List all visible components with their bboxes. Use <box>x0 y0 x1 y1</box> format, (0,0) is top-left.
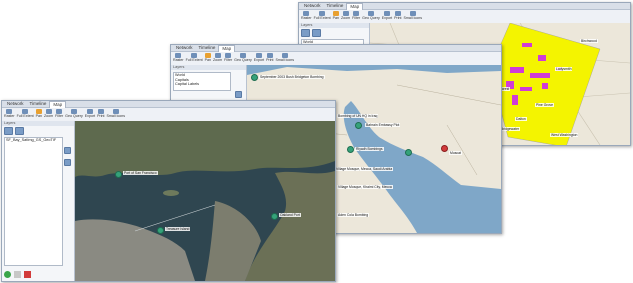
map-toolbar: Raster Full Extent Pan Zoom Filter Geo Q… <box>171 52 501 66</box>
map-label: Ladysmith <box>555 67 573 71</box>
tab-network[interactable]: Network <box>4 101 27 107</box>
pan-button[interactable]: Pan <box>205 53 211 63</box>
map-canvas[interactable]: Port of San Francisco Treasure Island Oa… <box>75 121 335 281</box>
map-label: Bridgewater <box>500 127 521 131</box>
pan-button[interactable]: Pan <box>36 109 42 119</box>
window-tabs: Network Timeline Map <box>171 45 501 52</box>
zoom-button[interactable]: Zoom <box>44 109 53 119</box>
save-layer-icon[interactable] <box>15 126 24 135</box>
zoom-button[interactable]: Zoom <box>341 11 350 21</box>
geo-query-button[interactable]: Geo Query <box>234 53 252 63</box>
tab-map[interactable]: Map <box>49 101 67 108</box>
map-label: Muscat <box>449 151 462 155</box>
tab-timeline[interactable]: Timeline <box>196 45 219 51</box>
map-label: Riyadh Bombings <box>355 147 384 151</box>
map-label: Bombing of UN HQ in Iraq <box>337 114 379 118</box>
full-extent-button[interactable]: Full Extent <box>186 53 203 63</box>
filter-button[interactable]: Filter <box>352 11 360 21</box>
map-label: Village Mosque, Mecca, Saudi Arabia <box>335 167 394 171</box>
save-layer-icon[interactable] <box>312 28 321 37</box>
layer-up-icon[interactable] <box>64 147 71 154</box>
raster-button[interactable]: Raster <box>173 53 184 63</box>
map-toolbar: Raster Full Extent Pan Zoom Filter Geo Q… <box>2 108 335 122</box>
north-land <box>75 121 335 177</box>
tab-map[interactable]: Map <box>346 3 364 10</box>
map-label: Aden Cola Bombing <box>337 213 370 217</box>
full-extent-button[interactable]: Full Extent <box>17 109 34 119</box>
add-layer-icon[interactable] <box>4 271 11 278</box>
map-label: Pine Grove <box>535 103 554 107</box>
layer-item[interactable]: Capital Labels <box>175 82 230 87</box>
tab-network[interactable]: Network <box>173 45 196 51</box>
layer-down-icon[interactable] <box>64 159 71 166</box>
map-toolbar: Raster Full Extent Pan Zoom Filter Geo Q… <box>299 10 630 24</box>
island-shape <box>163 190 179 196</box>
event-pin[interactable] <box>157 227 164 234</box>
pan-button[interactable]: Pan <box>333 11 339 21</box>
event-pin[interactable] <box>115 171 122 178</box>
open-layer-icon[interactable] <box>4 126 13 135</box>
geo-query-button[interactable]: Geo Query <box>65 109 83 119</box>
tab-map[interactable]: Map <box>218 45 236 52</box>
satellite-svg <box>75 121 335 281</box>
event-pin[interactable] <box>347 146 354 153</box>
event-pin[interactable] <box>405 149 412 156</box>
export-button[interactable]: Export <box>85 109 95 119</box>
tab-network[interactable]: Network <box>301 3 324 9</box>
map-label: Birchwood <box>580 39 598 43</box>
export-button[interactable]: Export <box>254 53 264 63</box>
raster-button[interactable]: Raster <box>301 11 312 21</box>
remove-layer-icon[interactable] <box>24 271 31 278</box>
small-icons-button[interactable]: Small Icons <box>276 53 294 63</box>
map-label: West Washington <box>550 133 579 137</box>
map-label: Village Mosque, Khaimi City, Mecca <box>337 185 393 189</box>
raster-button[interactable]: Raster <box>4 109 15 119</box>
filter-button[interactable]: Filter <box>224 53 232 63</box>
small-icons-button[interactable]: Small Icons <box>107 109 125 119</box>
water-body <box>247 65 501 75</box>
event-pin[interactable] <box>355 122 362 129</box>
edit-layer-icon[interactable] <box>14 271 21 278</box>
open-layer-icon[interactable] <box>301 28 310 37</box>
layer-list: World Capitals Capital Labels <box>173 72 231 91</box>
print-button[interactable]: Print <box>394 11 402 21</box>
map-label: Dalton <box>515 117 527 121</box>
map-label: September 2003 Bush Bridgeton Bombing <box>259 75 325 79</box>
tab-timeline[interactable]: Timeline <box>27 101 50 107</box>
panel-actions <box>4 271 31 278</box>
filter-button[interactable]: Filter <box>55 109 63 119</box>
export-button[interactable]: Export <box>382 11 392 21</box>
map-label: Port of San Francisco <box>123 171 158 175</box>
layers-title: Layers <box>171 65 246 70</box>
full-extent-button[interactable]: Full Extent <box>314 11 331 21</box>
window-tabs: Network Timeline Map <box>2 101 335 108</box>
event-pin[interactable] <box>251 74 258 81</box>
front-map-window: Network Timeline Map Raster Full Extent … <box>1 100 336 282</box>
print-button[interactable]: Print <box>97 109 105 119</box>
east-land <box>245 171 335 281</box>
window-tabs: Network Timeline Map <box>299 3 630 10</box>
layer-item[interactable]: SF_Bay_SatImg_GS_GeoTIF <box>6 138 62 143</box>
map-label: Oakland Port <box>279 213 301 217</box>
map-label: Treasure Island <box>165 227 191 231</box>
layer-up-icon[interactable] <box>235 91 242 98</box>
small-icons-button[interactable]: Small Icons <box>404 11 422 21</box>
map-label: Bahrain Embassy Plot <box>365 123 401 127</box>
event-pin[interactable] <box>271 213 278 220</box>
print-button[interactable]: Print <box>266 53 274 63</box>
event-pin-red[interactable] <box>441 145 448 152</box>
tab-timeline[interactable]: Timeline <box>324 3 347 9</box>
layers-panel: Layers SF_Bay_SatImg_GS_GeoTIF <box>2 121 75 281</box>
zoom-button[interactable]: Zoom <box>213 53 222 63</box>
layer-list: SF_Bay_SatImg_GS_GeoTIF <box>4 137 63 266</box>
geo-query-button[interactable]: Geo Query <box>362 11 380 21</box>
